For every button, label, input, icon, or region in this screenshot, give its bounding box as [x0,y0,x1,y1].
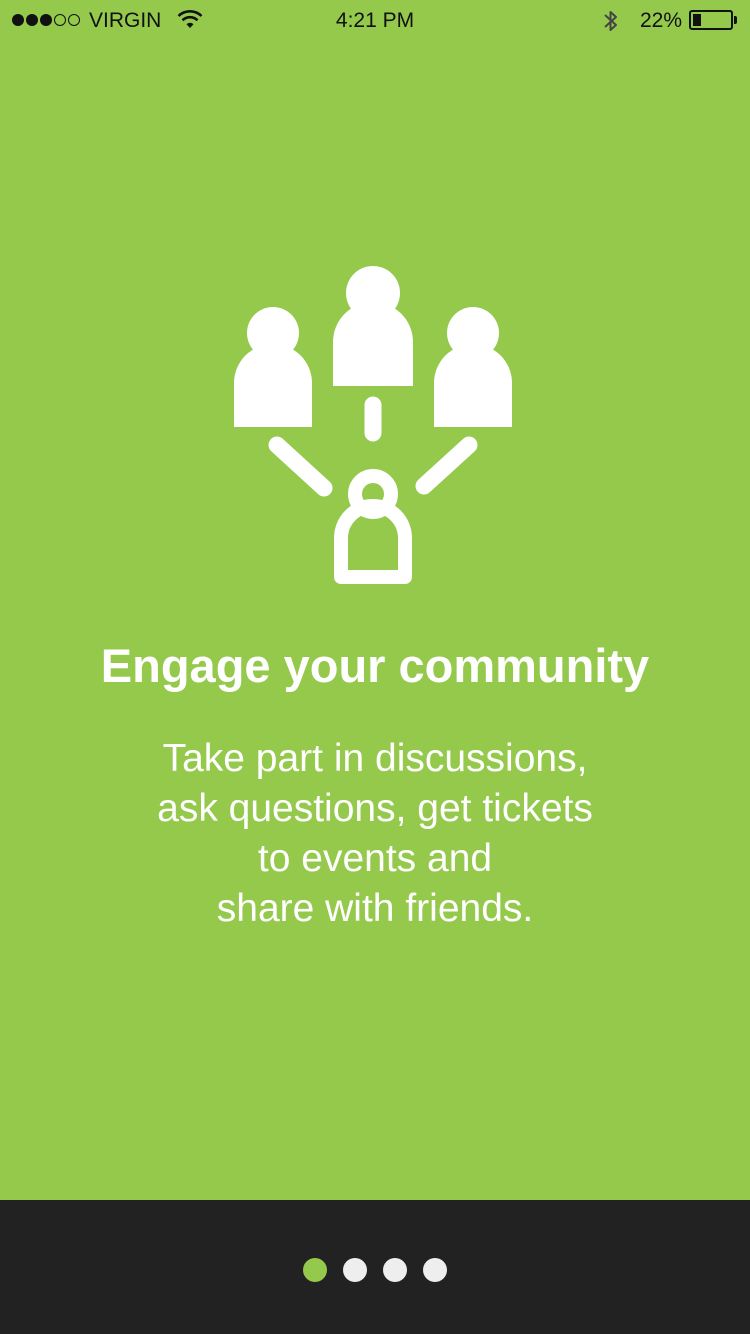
description-line: Take part in discussions, [162,737,588,780]
community-people-icon [234,266,512,584]
description-line: share with friends. [216,887,534,930]
battery-icon [689,10,733,30]
onboarding-headline: Engage your community [100,639,650,692]
battery-level-fill [693,14,701,26]
page-dot-1[interactable] [303,1258,327,1282]
onboarding-screen: VIRGIN 4:21 PM 22% Engage your community… [0,0,750,1334]
page-indicator [303,1258,447,1282]
onboarding-description: Take part in discussions, ask questions,… [75,734,675,934]
status-bar: VIRGIN 4:21 PM 22% [0,0,750,42]
description-line: to events and [257,837,493,880]
battery-percentage: 22% [640,9,683,32]
description-line: ask questions, get tickets [157,787,593,830]
status-time: 4:21 PM [335,9,415,32]
page-dot-3[interactable] [383,1258,407,1282]
page-dot-4[interactable] [423,1258,447,1282]
page-dot-2[interactable] [343,1258,367,1282]
bluetooth-icon [603,8,619,40]
battery-tip [734,16,737,24]
bottom-bar [0,1200,750,1334]
